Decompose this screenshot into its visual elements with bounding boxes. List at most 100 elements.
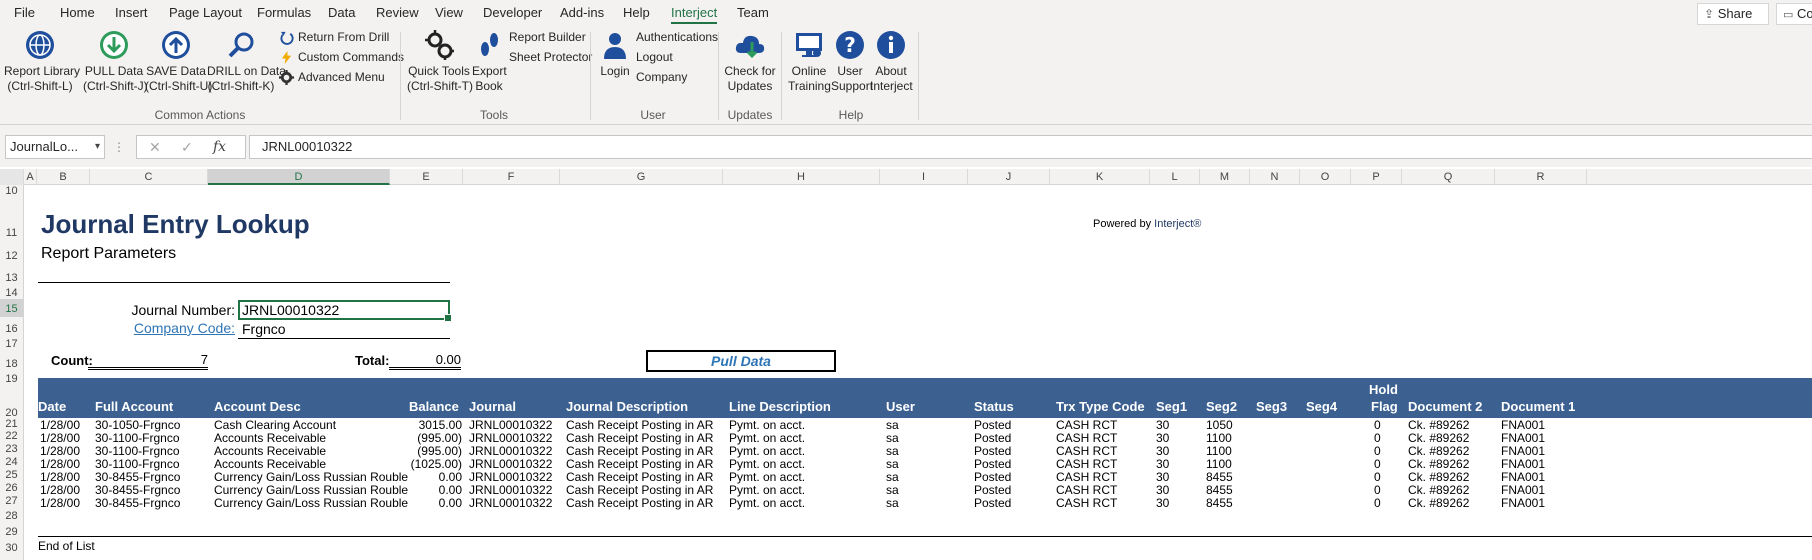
row-header[interactable]: 30 [0,540,23,556]
cell-user[interactable]: sa [886,496,972,511]
cell-document-1[interactable]: FNA001 [1501,496,1591,511]
quick-tools-button[interactable]: Quick Tools (Ctrl-Shift-T) [407,29,473,94]
tab-file[interactable]: File [14,5,35,20]
header-line-description[interactable]: Line Description [729,399,831,414]
logout-button[interactable]: Logout [636,48,673,66]
header-date[interactable]: Date [38,399,66,414]
row-header[interactable]: 11 [0,197,23,241]
column-header[interactable]: K [1050,169,1150,185]
more-options-icon[interactable]: ⋮ [113,140,125,154]
check-for-updates-button[interactable]: Check for Updates [724,29,776,94]
custom-commands-button[interactable]: Custom Commands [279,48,404,66]
column-header[interactable]: Q [1402,169,1495,185]
row-header-selected[interactable]: 15 [0,299,23,317]
column-header[interactable]: I [880,169,968,185]
row-header[interactable]: 22 [0,430,23,443]
tab-team[interactable]: Team [737,5,769,20]
cell-full-account[interactable]: 30-8455-Frgnco [95,496,213,511]
row-header[interactable]: 14 [0,283,23,299]
journal-number-input[interactable]: JRNL00010322 [238,300,452,322]
row-header[interactable]: 20 [0,381,23,419]
cell-seg2[interactable]: 8455 [1206,496,1254,511]
tab-data[interactable]: Data [328,5,355,20]
cell-date[interactable]: 1/28/00 [38,496,80,511]
tab-review[interactable]: Review [376,5,419,20]
header-trx-type-code[interactable]: Trx Type Code [1056,399,1145,414]
tab-formulas[interactable]: Formulas [257,5,311,20]
tab-add-ins[interactable]: Add-ins [560,5,604,20]
column-header[interactable]: P [1351,169,1402,185]
comments-button[interactable]: ▭ Co [1776,3,1812,25]
return-from-drill-button[interactable]: Return From Drill [279,28,389,46]
tab-home[interactable]: Home [60,5,95,20]
header-user[interactable]: User [886,399,915,414]
export-book-button[interactable]: Export Book [472,29,507,94]
row-header[interactable]: 23 [0,443,23,456]
header-status[interactable]: Status [974,399,1014,414]
row-header[interactable]: 17 [0,335,23,350]
row-header[interactable]: 27 [0,495,23,508]
column-header[interactable]: O [1300,169,1351,185]
report-library-button[interactable]: Report Library (Ctrl-Shift-L) [4,29,80,94]
header-journal[interactable]: Journal [469,399,516,414]
cell-line-description[interactable]: Pymt. on acct. [729,496,884,511]
advanced-menu-button[interactable]: Advanced Menu [279,68,385,86]
column-header[interactable]: E [390,169,463,185]
share-button[interactable]: ⇪ Share [1697,3,1769,25]
column-header[interactable]: C [90,169,208,185]
column-header[interactable]: R [1495,169,1587,185]
tab-developer[interactable]: Developer [483,5,542,20]
drill-on-data-button[interactable]: DRILL on Data (Ctrl-Shift-K) [207,29,286,94]
name-box[interactable]: JournalLo... ▾ [5,135,105,159]
tab-view[interactable]: View [435,5,463,20]
cell-status[interactable]: Posted [974,496,1054,511]
tab-help[interactable]: Help [623,5,650,20]
chevron-down-icon[interactable]: ▾ [95,136,100,158]
row-header[interactable]: 12 [0,241,23,263]
header-account-desc[interactable]: Account Desc [214,399,301,414]
row-header[interactable]: 26 [0,482,23,495]
header-flag[interactable]: Flag [1371,399,1398,414]
formula-input[interactable]: JRNL00010322 [249,135,1812,159]
interject-link[interactable]: Interject® [1154,218,1201,230]
header-full-account[interactable]: Full Account [95,399,173,414]
pull-data-button[interactable]: Pull Data [646,350,836,372]
cell-seg1[interactable]: 30 [1156,496,1204,511]
company-code-input[interactable]: Frgnco [238,319,450,339]
column-header[interactable]: H [723,169,880,185]
report-builder-button[interactable]: Report Builder [509,28,586,46]
row-header[interactable]: 13 [0,263,23,284]
column-header-selected[interactable]: D [208,169,390,185]
tab-page-layout[interactable]: Page Layout [169,5,242,20]
row-header[interactable]: 28 [0,508,23,524]
user-support-button[interactable]: ? User Support [831,29,873,94]
column-header[interactable]: L [1150,169,1200,185]
insert-function-icon[interactable]: fx [213,139,226,155]
column-header[interactable]: F [463,169,560,185]
column-header[interactable]: B [37,169,90,185]
cell-journal-description[interactable]: Cash Receipt Posting in AR [566,496,726,511]
row-header[interactable]: 24 [0,456,23,469]
authentications-button[interactable]: Authentications [636,28,718,46]
header-document-1[interactable]: Document 1 [1501,399,1575,414]
row-header[interactable]: 19 [0,371,23,385]
column-header[interactable]: J [968,169,1050,185]
column-header[interactable]: N [1250,169,1300,185]
row-header[interactable]: 25 [0,469,23,482]
column-header[interactable]: A [24,169,37,185]
tab-insert[interactable]: Insert [115,5,148,20]
cancel-icon[interactable]: ✕ [149,139,161,156]
online-training-button[interactable]: Online Training [788,29,831,94]
enter-icon[interactable]: ✓ [181,139,193,156]
row-header[interactable]: 10 [0,185,23,197]
cell-document-2[interactable]: Ck. #89262 [1408,496,1500,511]
column-header[interactable]: M [1200,169,1250,185]
company-button[interactable]: Company [636,68,687,86]
cell-balance[interactable]: 0.00 [346,496,462,511]
sheet-protector-button[interactable]: Sheet Protector [509,48,592,66]
header-balance[interactable]: Balance [409,399,459,414]
header-seg2[interactable]: Seg2 [1206,399,1237,414]
login-button[interactable]: Login [598,29,632,79]
cell-flag[interactable]: 0 [1374,496,1384,511]
header-seg1[interactable]: Seg1 [1156,399,1187,414]
